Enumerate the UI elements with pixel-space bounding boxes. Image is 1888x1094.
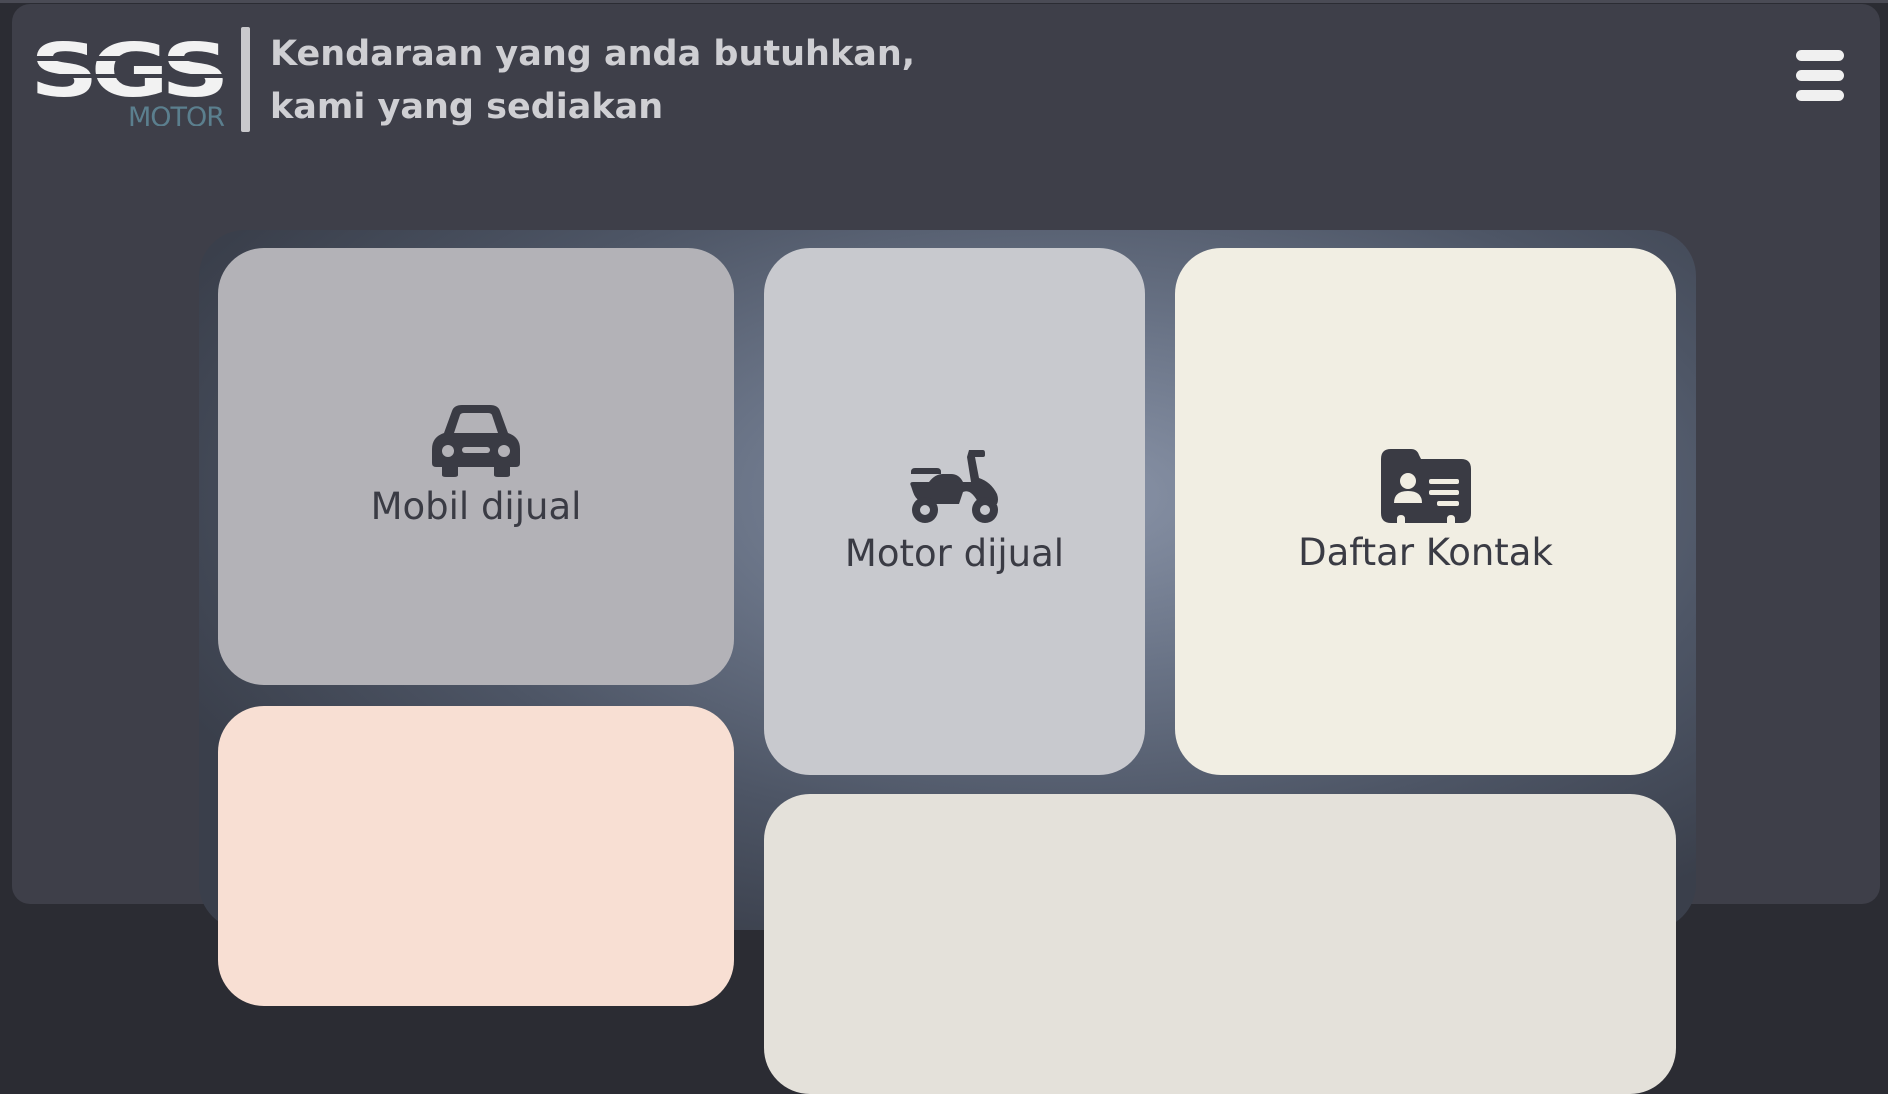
tile-label: Mobil dijual <box>370 485 582 528</box>
tile-mobil-dijual[interactable]: Mobil dijual <box>218 248 734 685</box>
window-top-edge <box>0 0 1888 3</box>
tile-peach[interactable] <box>218 706 734 1006</box>
tile-label: Daftar Kontak <box>1298 531 1553 574</box>
tile-panel: Mobil dijual Motor dijual Daftar Kontak <box>199 230 1696 1094</box>
tagline: Kendaraan yang anda butuhkan, kami yang … <box>270 28 915 134</box>
tagline-line-2: kami yang sediakan <box>270 87 664 127</box>
tagline-line-1: Kendaraan yang anda butuhkan, <box>270 34 916 74</box>
header-divider <box>241 27 250 132</box>
logo-subtext: MOTOR <box>128 102 224 126</box>
car-icon <box>432 405 520 477</box>
tile-daftar-kontak[interactable]: Daftar Kontak <box>1175 248 1676 775</box>
scooter-icon <box>909 450 998 523</box>
hamburger-menu-icon[interactable] <box>1796 50 1844 101</box>
tile-label: Motor dijual <box>844 532 1065 575</box>
sgs-motor-logo[interactable]: SGS MOTOR <box>30 34 226 126</box>
contact-card-icon <box>1380 449 1471 523</box>
tile-motor-dijual[interactable]: Motor dijual <box>764 248 1145 775</box>
tile-grey[interactable] <box>764 794 1676 1094</box>
